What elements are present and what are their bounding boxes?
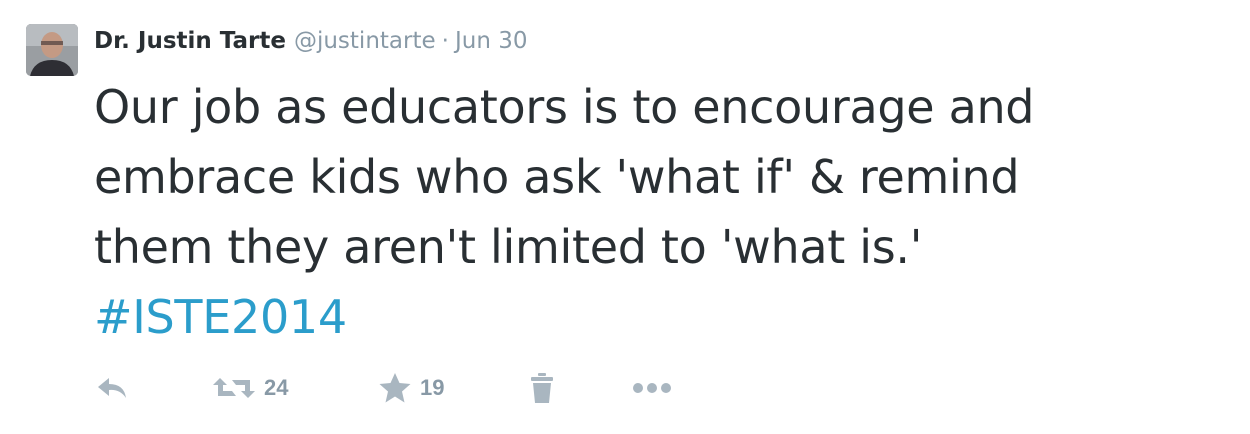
more-dots-icon (632, 382, 672, 394)
tweet-text-line: embrace kids who ask 'what if' & remind (94, 150, 1020, 204)
tweet-timestamp[interactable]: Jun 30 (455, 24, 528, 58)
star-icon (378, 372, 412, 404)
tweet-text-line: Our job as educators is to encourage and (94, 80, 1035, 134)
more-button[interactable] (632, 368, 672, 408)
avatar[interactable] (26, 24, 78, 76)
delete-button[interactable] (530, 368, 554, 408)
tweet-text-line: them they aren't limited to 'what is.' (94, 220, 923, 274)
favorite-count: 19 (420, 375, 445, 400)
trash-icon (530, 372, 554, 404)
retweet-count: 24 (264, 375, 289, 400)
reply-button[interactable] (96, 368, 128, 408)
tweet-header: Dr. Justin Tarte @justintarte · Jun 30 (94, 24, 527, 58)
tweet-card: Dr. Justin Tarte @justintarte · Jun 30 O… (0, 0, 1250, 434)
retweet-button[interactable]: 24 (212, 368, 288, 408)
tweet-actions: 24 19 (94, 368, 794, 408)
author-username[interactable]: @justintarte (294, 24, 436, 58)
retweet-icon (212, 374, 256, 402)
author-fullname[interactable]: Dr. Justin Tarte (94, 24, 286, 58)
header-separator: · (441, 28, 449, 54)
reply-icon (96, 374, 128, 402)
hashtag-link[interactable]: #ISTE2014 (94, 282, 1234, 352)
tweet-text: Our job as educators is to encourage and… (94, 72, 1234, 352)
favorite-button[interactable]: 19 (378, 368, 444, 408)
